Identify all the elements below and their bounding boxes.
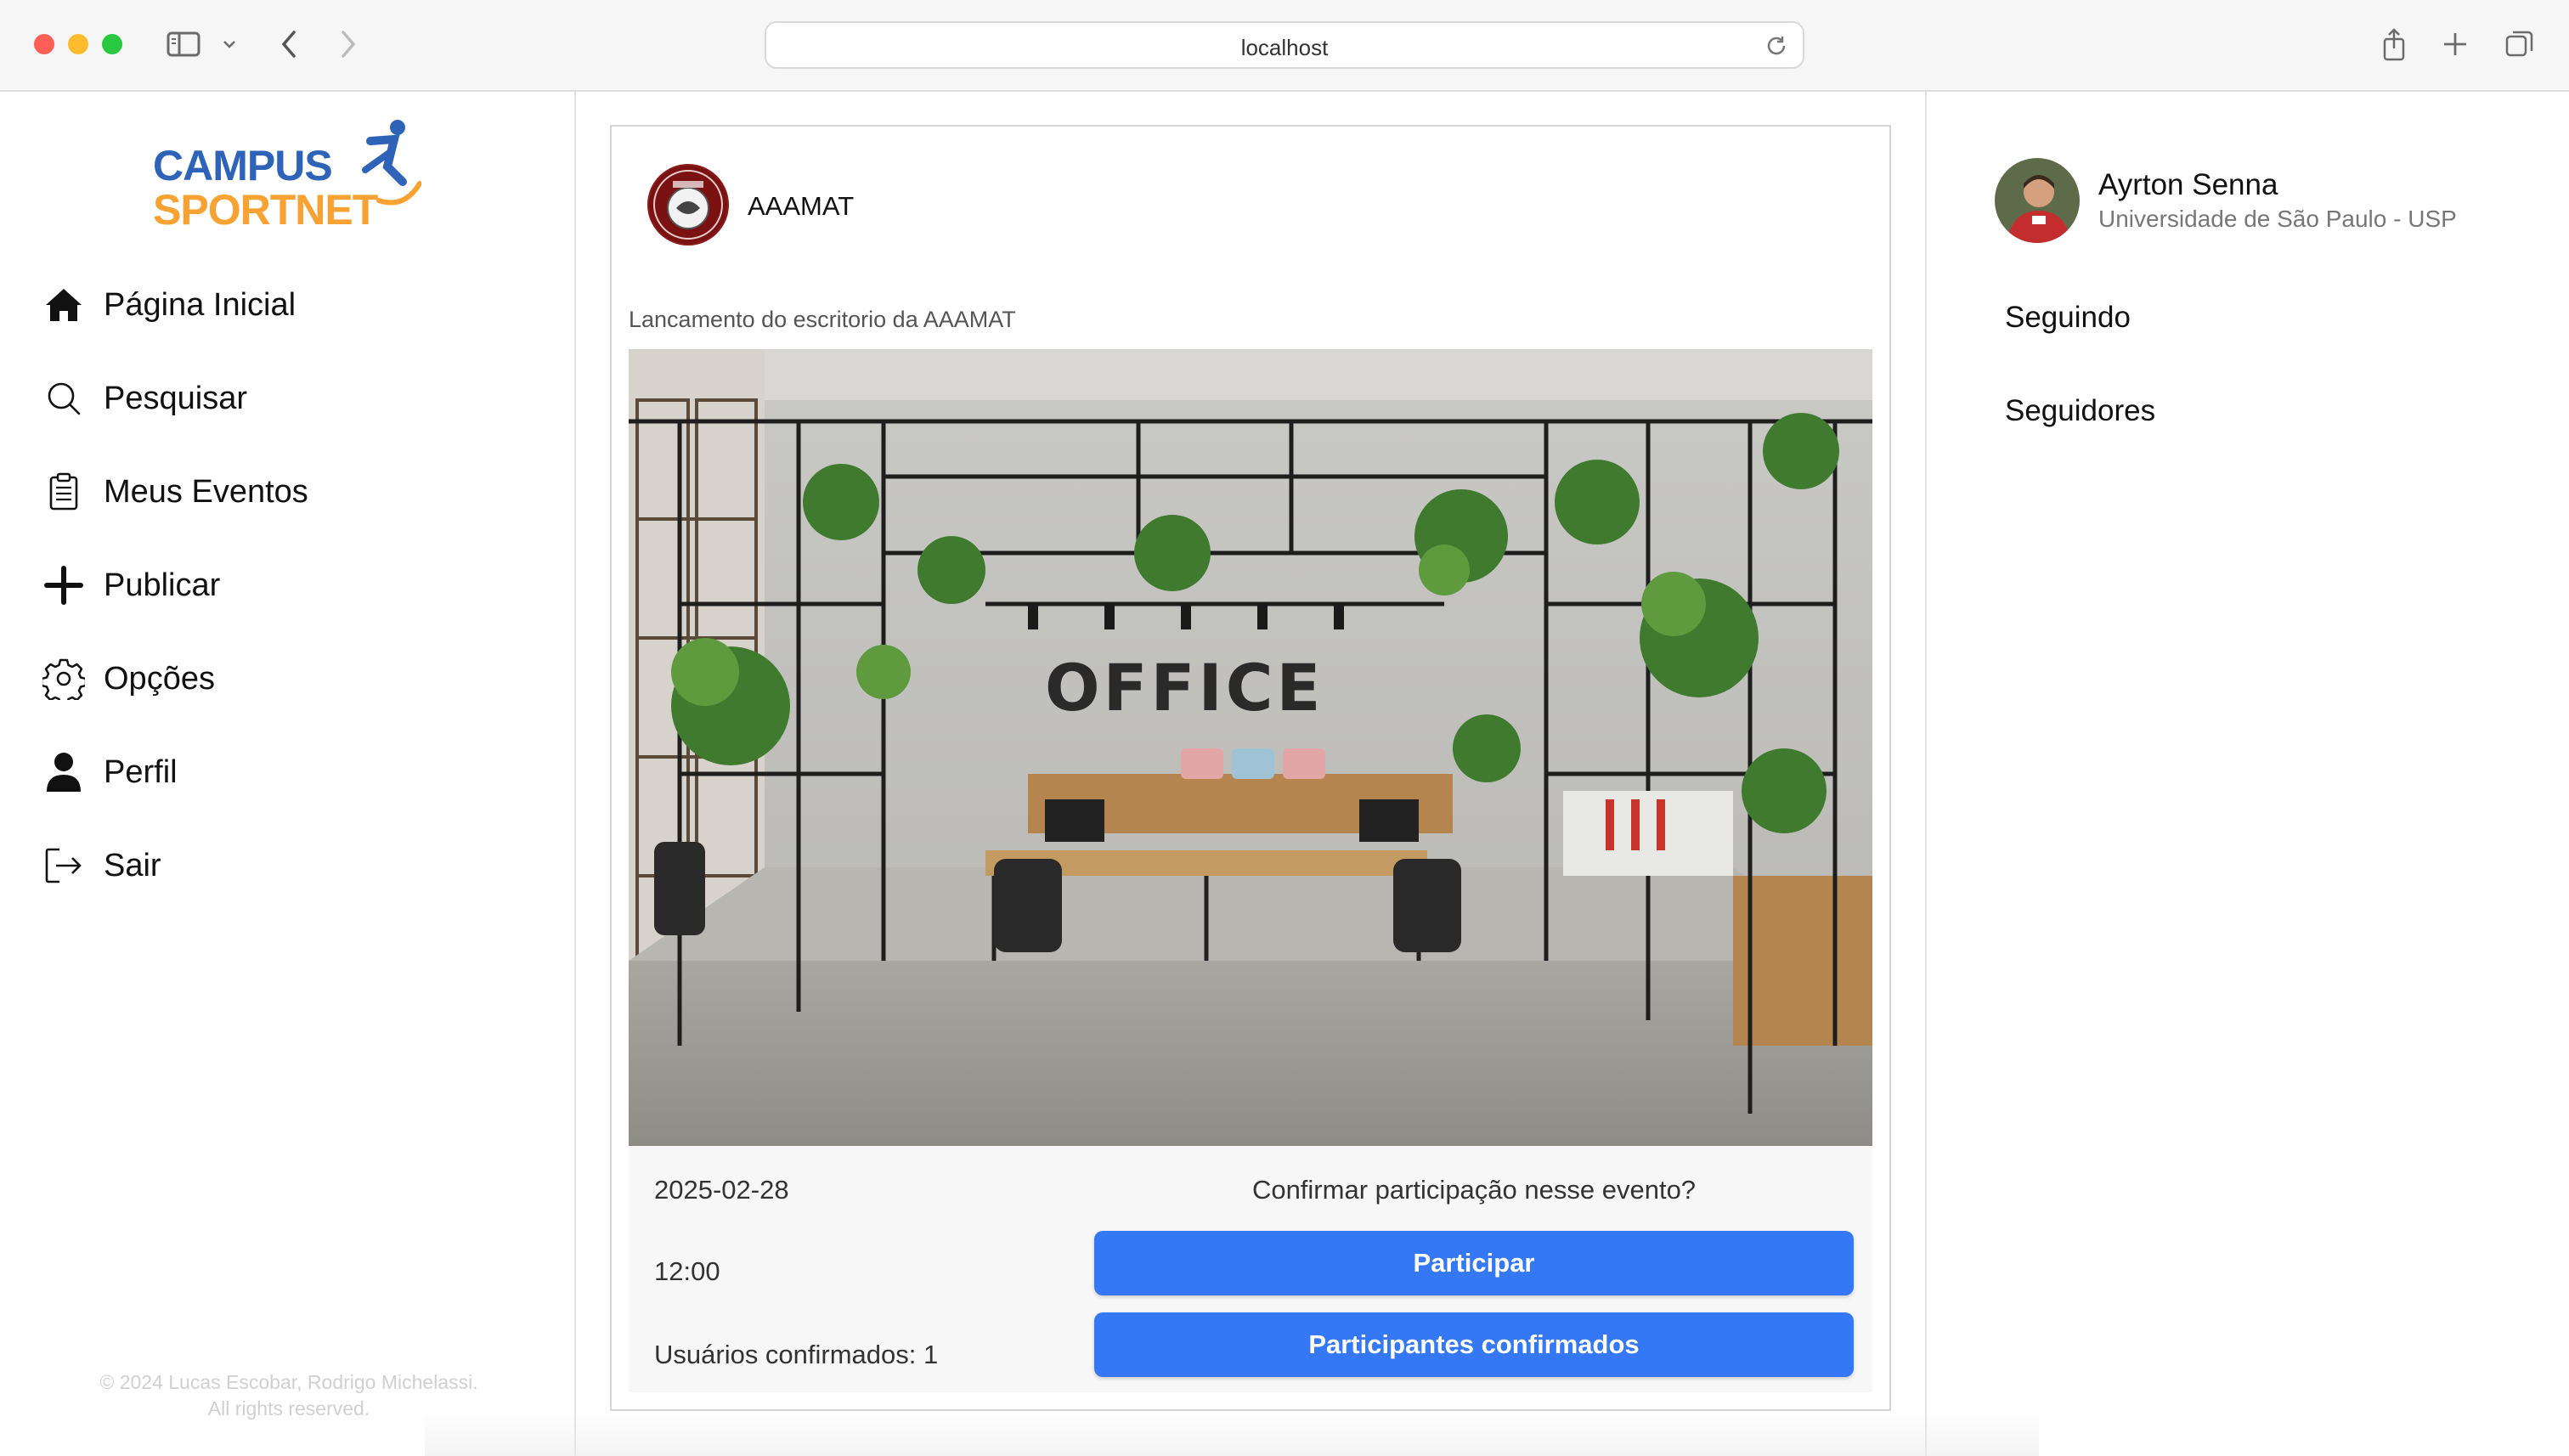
sidebar-item-label: Publicar [104,567,221,603]
followers-link[interactable]: Seguidores [2005,394,2155,428]
right-profile-panel: Ayrton Senna Universidade de São Paulo -… [1925,92,2569,1456]
author-avatar[interactable] [647,164,729,245]
campus-sportnet-logo[interactable]: CAMPUS SPORTNET [153,116,425,234]
maximize-window-button[interactable] [102,34,122,54]
chevron-down-icon[interactable] [217,24,241,65]
profile-avatar[interactable] [1995,158,2080,243]
plus-icon [41,562,87,608]
tabs-overview-icon[interactable] [2501,24,2538,65]
home-icon [41,282,87,328]
search-icon [41,375,87,421]
sidebar-item-label: Opções [104,660,215,697]
event-date: 2025-02-28 [654,1175,789,1205]
sidebar-item-pesquisar[interactable]: Pesquisar [41,369,247,428]
office-photo: OFFICE [629,349,1872,1146]
sidebar-item-label: Página Inicial [104,286,296,323]
confirmed-participants-button[interactable]: Participantes confirmados [1094,1312,1854,1377]
user-icon [41,749,87,795]
left-sidebar: CAMPUS SPORTNET Página Inicial Pesquisar… [0,92,576,1456]
sidebar-item-sair[interactable]: Sair [41,836,161,895]
logo-line-1: CAMPUS [153,142,333,189]
profile-university: Universidade de São Paulo - USP [2098,206,2457,232]
address-bar[interactable]: localhost [765,21,1804,69]
back-arrow-icon[interactable] [272,24,306,65]
share-icon[interactable] [2375,24,2413,65]
footer-line-1: © 2024 Lucas Escobar, Rodrigo Michelassi… [99,1371,478,1393]
office-sign: OFFICE [1045,650,1324,725]
post-caption: Lancamento do escritorio da AAAMAT [629,307,1016,332]
sidebar-item-opcoes[interactable]: Opções [41,649,215,708]
confirm-question: Confirmar participação nesse evento? [1251,1175,1697,1205]
sidebar-item-meus-eventos[interactable]: Meus Eventos [41,462,308,522]
bottom-shadow [425,1410,2039,1456]
clipboard-icon [41,469,87,515]
logo-line-2: SPORTNET [153,186,378,234]
post-author-name[interactable]: AAAMAT [748,191,854,222]
minimize-window-button[interactable] [68,34,88,54]
sidebar-item-label: Meus Eventos [104,473,308,510]
event-time: 12:00 [654,1256,720,1286]
sidebar-item-label: Pesquisar [104,380,247,416]
sidebar-item-publicar[interactable]: Publicar [41,556,220,615]
runner-icon [362,120,421,206]
following-link[interactable]: Seguindo [2005,301,2131,335]
new-tab-icon[interactable] [2436,24,2474,65]
event-details: 2025-02-28 12:00 Usuários confirmados: 1… [629,1146,1872,1392]
reload-icon[interactable] [1764,33,1789,63]
sidebar-item-pagina-inicial[interactable]: Página Inicial [41,275,296,335]
forward-arrow-icon[interactable] [331,24,365,65]
participate-button[interactable]: Participar [1094,1231,1854,1295]
gear-icon [41,656,87,702]
sidebar-toggle-icon[interactable] [163,24,204,65]
profile-name[interactable]: Ayrton Senna [2098,168,2278,202]
browser-toolbar: localhost [0,0,2569,92]
url-text: localhost [1240,35,1329,60]
sidebar-item-label: Perfil [104,753,178,790]
event-post-card: AAAMAT Lancamento do escritorio da AAAMA… [610,125,1891,1411]
sidebar-item-label: Sair [104,847,161,883]
logout-icon [41,843,87,889]
sidebar-item-perfil[interactable]: Perfil [41,742,178,802]
close-window-button[interactable] [34,34,54,54]
confirmed-users-count: Usuários confirmados: 1 [654,1340,939,1369]
